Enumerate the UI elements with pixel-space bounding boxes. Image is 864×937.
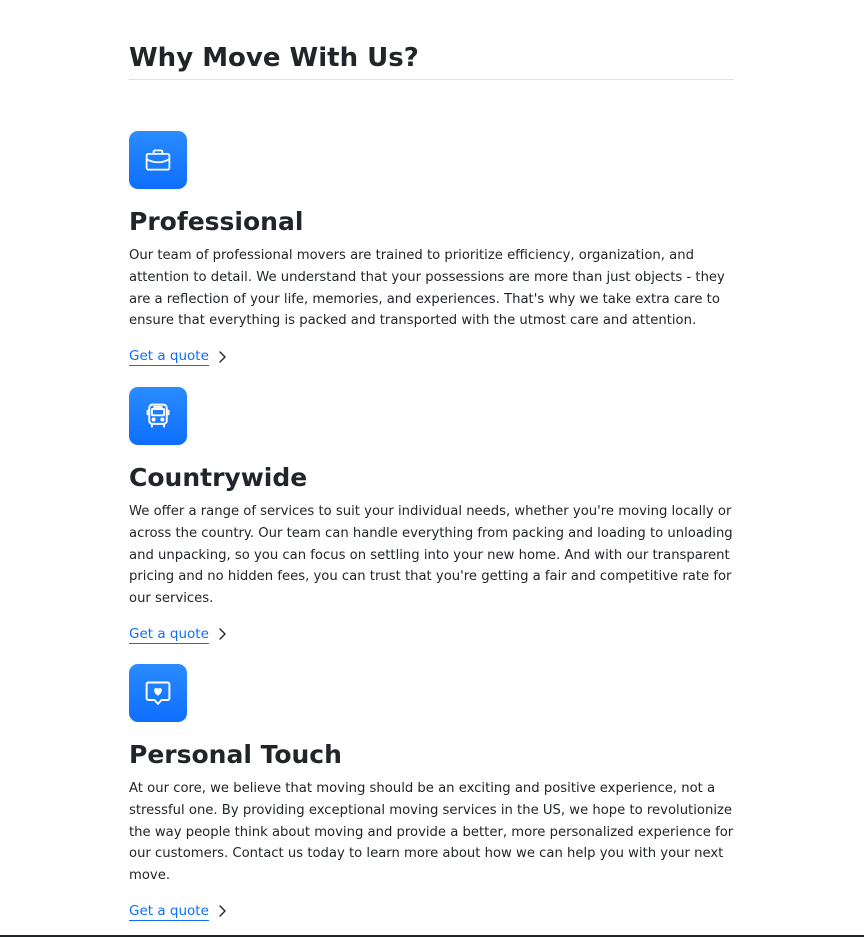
get-quote-label: Get a quote bbox=[129, 348, 209, 366]
feature-professional: Professional Our team of professional mo… bbox=[129, 131, 734, 366]
feature-title: Professional bbox=[129, 207, 304, 236]
bus-icon bbox=[129, 387, 187, 445]
get-quote-link[interactable]: Get a quote bbox=[129, 347, 227, 366]
feature-text: Our team of professional movers are trai… bbox=[129, 248, 725, 329]
feature-text: At our core, we believe that moving shou… bbox=[129, 781, 734, 883]
feature-personal-touch: Personal Touch At our core, we believe t… bbox=[129, 664, 734, 921]
section-title: Why Move With Us? bbox=[129, 43, 419, 73]
get-quote-link[interactable]: Get a quote bbox=[129, 625, 227, 644]
briefcase-icon bbox=[129, 131, 187, 189]
chevron-right-icon bbox=[219, 350, 226, 363]
feature-countrywide: Countrywide We offer a range of services… bbox=[129, 387, 734, 644]
get-quote-label: Get a quote bbox=[129, 902, 209, 921]
title-divider bbox=[129, 79, 734, 80]
chevron-right-icon bbox=[219, 905, 226, 917]
heart-chat-icon bbox=[129, 664, 187, 722]
feature-title: Personal Touch bbox=[129, 740, 342, 769]
get-quote-label: Get a quote bbox=[129, 625, 209, 644]
feature-text: We offer a range of services to suit you… bbox=[129, 504, 733, 606]
get-quote-link[interactable]: Get a quote bbox=[129, 902, 227, 921]
chevron-right-icon bbox=[219, 628, 226, 640]
feature-title: Countrywide bbox=[129, 463, 308, 492]
